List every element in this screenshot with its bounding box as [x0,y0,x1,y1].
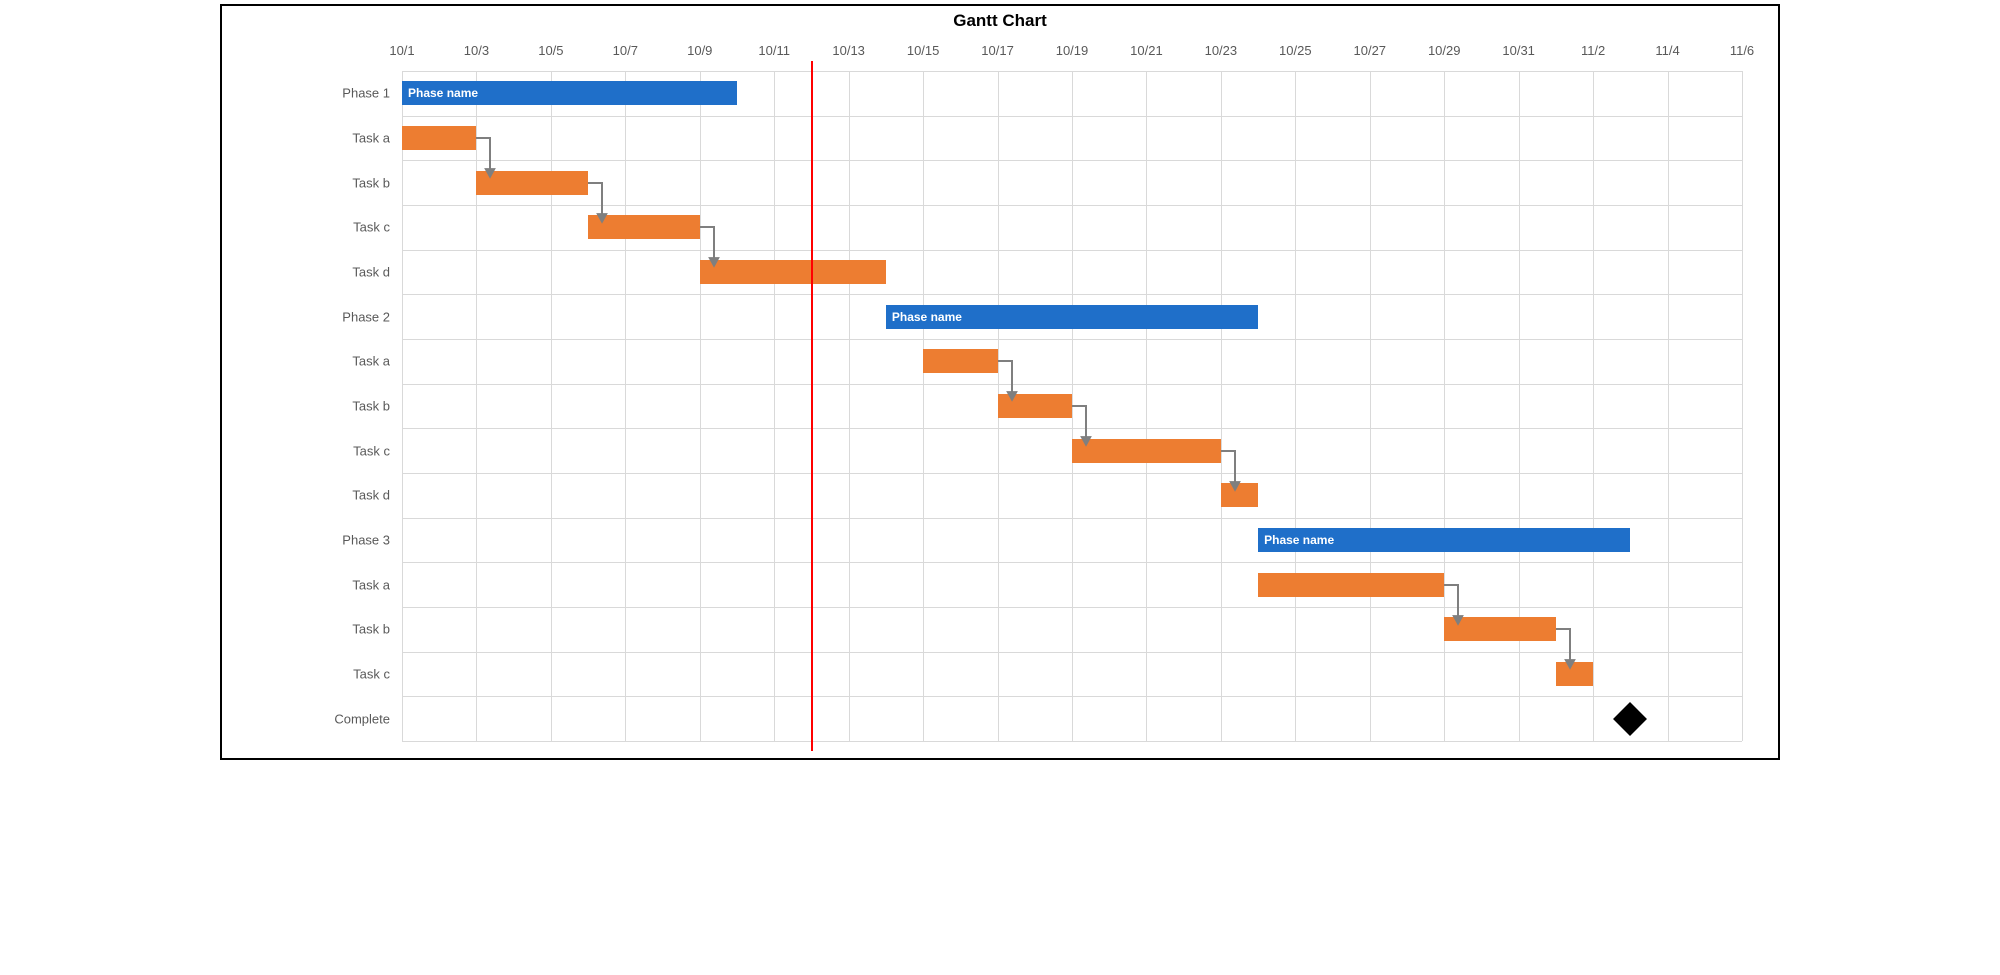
task-bar[interactable] [923,349,997,373]
vgrid-line [1221,71,1222,741]
x-tick-label: 10/29 [1428,43,1461,58]
hgrid-line [402,71,1742,72]
x-tick-label: 10/17 [981,43,1014,58]
vgrid-line [774,71,775,741]
task-bar[interactable] [1258,573,1444,597]
hgrid-line [402,384,1742,385]
x-tick-label: 10/11 [758,43,790,58]
row-label: Task a [352,354,390,369]
x-tick-label: 10/7 [613,43,638,58]
task-bar[interactable] [1556,662,1593,686]
row-label: Task c [353,220,390,235]
vgrid-line [700,71,701,741]
gantt-plot-area: 10/110/310/510/710/910/1110/1310/1510/17… [402,71,1742,741]
x-tick-label: 10/13 [832,43,865,58]
row-label: Task c [353,443,390,458]
x-tick-label: 11/2 [1581,43,1605,58]
row-label: Task a [352,131,390,146]
phase-bar[interactable]: Phase name [1258,528,1630,552]
x-tick-label: 10/21 [1130,43,1163,58]
phase-bar[interactable]: Phase name [886,305,1258,329]
task-bar[interactable] [1444,617,1556,641]
row-label: Task d [352,488,390,503]
hgrid-line [402,205,1742,206]
hgrid-line [402,294,1742,295]
hgrid-line [402,652,1742,653]
chart-title: Gantt Chart [222,11,1778,31]
vgrid-line [1146,71,1147,741]
vgrid-line [1072,71,1073,741]
row-label: Task a [352,577,390,592]
row-label: Task c [353,667,390,682]
row-label: Phase 3 [342,533,390,548]
hgrid-line [402,696,1742,697]
hgrid-line [402,160,1742,161]
x-tick-label: 10/25 [1279,43,1312,58]
task-bar[interactable] [476,171,588,195]
milestone-diamond-icon[interactable] [1613,702,1647,736]
vgrid-line [1593,71,1594,741]
hgrid-line [402,518,1742,519]
vgrid-line [402,71,403,741]
x-tick-label: 10/31 [1502,43,1535,58]
task-bar[interactable] [588,215,700,239]
vgrid-line [1370,71,1371,741]
phase-bar[interactable]: Phase name [402,81,737,105]
task-bar[interactable] [402,126,476,150]
x-tick-label: 10/15 [907,43,940,58]
row-label: Task b [352,175,390,190]
x-tick-label: 10/27 [1353,43,1386,58]
x-tick-label: 11/6 [1730,43,1754,58]
row-label: Phase 2 [342,309,390,324]
task-bar[interactable] [1072,439,1221,463]
hgrid-line [402,339,1742,340]
row-label: Task b [352,399,390,414]
hgrid-line [402,607,1742,608]
hgrid-line [402,741,1742,742]
today-line [811,61,813,751]
x-tick-label: 10/1 [389,43,414,58]
hgrid-line [402,473,1742,474]
row-label: Task b [352,622,390,637]
row-label: Task d [352,265,390,280]
hgrid-line [402,116,1742,117]
gantt-chart-frame: Gantt Chart 10/110/310/510/710/910/1110/… [220,4,1780,760]
bar-label: Phase name [1264,533,1334,547]
vgrid-line [923,71,924,741]
hgrid-line [402,562,1742,563]
task-bar[interactable] [1221,483,1258,507]
task-bar[interactable] [700,260,886,284]
vgrid-line [1295,71,1296,741]
bar-label: Phase name [408,86,478,100]
vgrid-line [1668,71,1669,741]
row-label: Phase 1 [342,86,390,101]
vgrid-line [625,71,626,741]
x-tick-label: 10/19 [1056,43,1089,58]
x-tick-label: 10/23 [1205,43,1238,58]
x-tick-label: 10/5 [538,43,563,58]
x-tick-label: 11/4 [1655,43,1679,58]
row-label: Complete [334,711,390,726]
vgrid-line [849,71,850,741]
hgrid-line [402,428,1742,429]
vgrid-line [1742,71,1743,741]
x-tick-label: 10/9 [687,43,712,58]
bar-label: Phase name [892,310,962,324]
x-tick-label: 10/3 [464,43,489,58]
task-bar[interactable] [998,394,1072,418]
hgrid-line [402,250,1742,251]
